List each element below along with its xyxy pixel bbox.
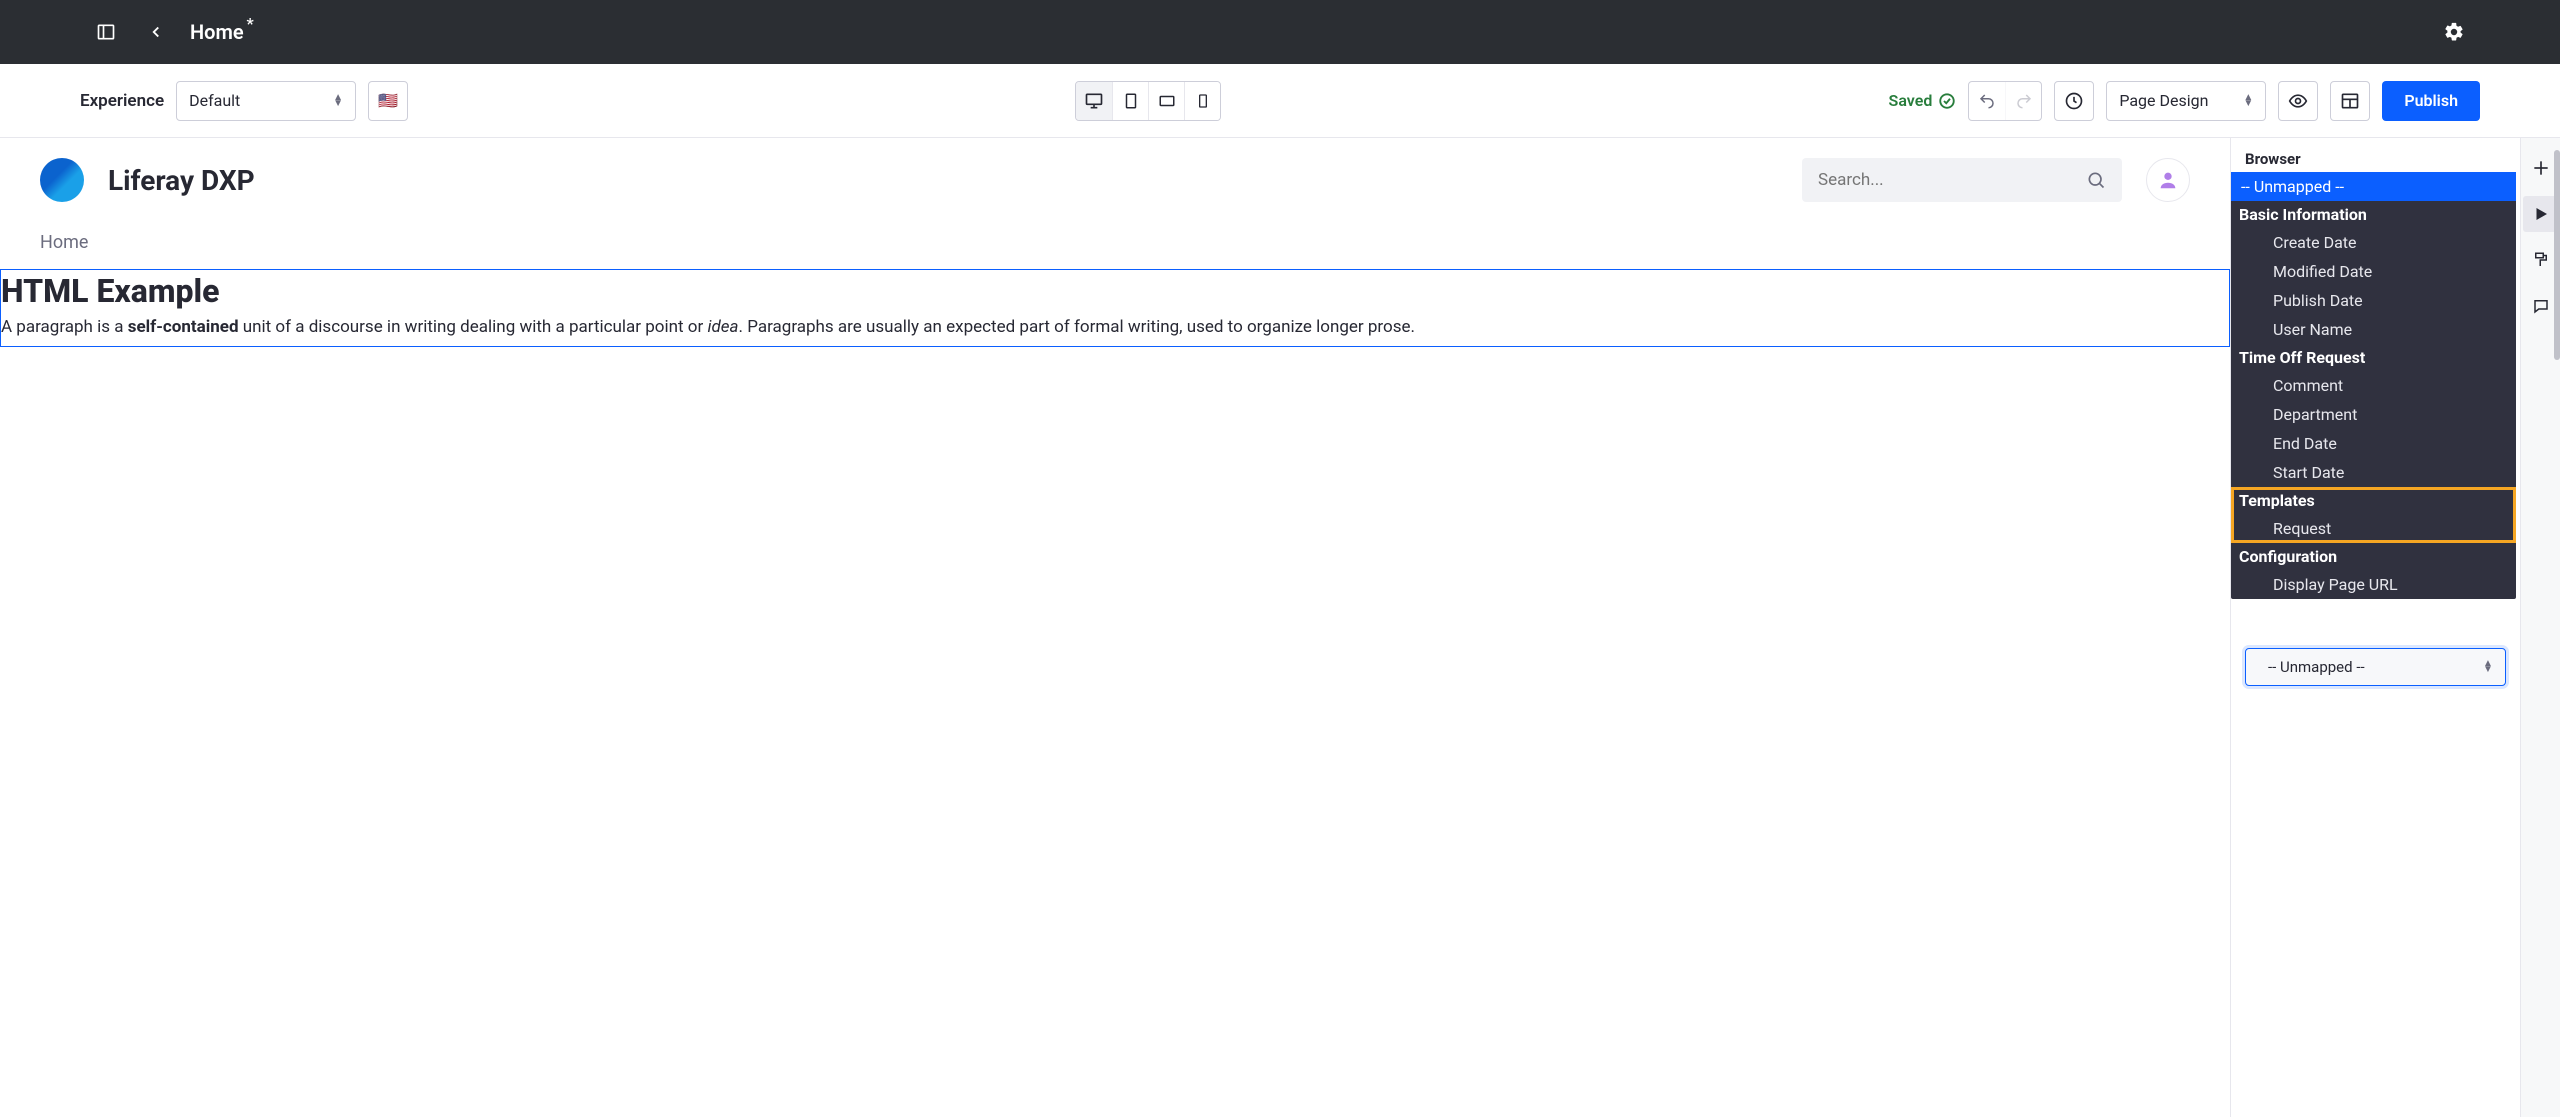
site-logo <box>40 158 84 202</box>
sidebar-rail <box>2520 138 2560 1117</box>
viewport-tablet-landscape[interactable] <box>1148 82 1184 120</box>
page-title: Home * <box>190 20 244 44</box>
page-title-text: Home <box>190 20 244 44</box>
layout-icon <box>2340 91 2360 111</box>
plus-icon <box>2531 158 2551 178</box>
experience-value: Default <box>189 91 325 110</box>
highlighted-templates-region: Templates Request <box>2231 487 2516 543</box>
dropdown-option[interactable]: Create Date <box>2231 228 2516 257</box>
sort-icon: ▲▼ <box>333 95 343 107</box>
publish-button[interactable]: Publish <box>2382 81 2480 121</box>
preview-button[interactable] <box>2278 81 2318 121</box>
viewport-tablet[interactable] <box>1112 82 1148 120</box>
workspace: Liferay DXP Home HTML Example A paragrap… <box>0 138 2560 1117</box>
redo-icon <box>2015 92 2033 110</box>
dropdown-group-templates: Templates <box>2231 487 2516 514</box>
dropdown-group-basic-info: Basic Information <box>2231 201 2516 228</box>
edit-mode-select[interactable]: Page Design ▲▼ <box>2106 81 2266 121</box>
field-mapping-value: -- Unmapped -- <box>2268 658 2365 676</box>
app-topbar: Home * <box>0 0 2560 64</box>
nav-home-link[interactable]: Home <box>40 232 88 253</box>
fragment-heading: HTML Example <box>1 272 2229 310</box>
modified-indicator: * <box>246 14 253 33</box>
clock-icon <box>2064 91 2084 111</box>
header-right <box>279 158 2190 202</box>
undo-icon <box>1978 92 1996 110</box>
dropdown-option[interactable]: End Date <box>2231 429 2516 458</box>
play-icon <box>2532 205 2550 223</box>
para-text: unit of a discourse in writing dealing w… <box>239 317 708 337</box>
tablet-portrait-icon <box>1122 92 1140 110</box>
page-canvas: Liferay DXP Home HTML Example A paragrap… <box>0 138 2230 1117</box>
saved-status: Saved <box>1889 91 1957 110</box>
field-mapping-select[interactable]: -- Unmapped -- ▲▼ <box>2245 648 2506 686</box>
back-button[interactable] <box>140 16 172 48</box>
search-icon <box>2086 170 2106 190</box>
dropdown-option[interactable]: Publish Date <box>2231 286 2516 315</box>
dropdown-option[interactable]: Display Page URL <box>2231 570 2516 599</box>
site-header: Liferay DXP <box>0 138 2230 212</box>
viewport-desktop[interactable] <box>1076 82 1112 120</box>
mobile-icon <box>1195 93 1211 109</box>
toolbar-center <box>420 81 1876 121</box>
dropdown-option[interactable]: Start Date <box>2231 458 2516 487</box>
undo-redo-group <box>1968 81 2042 121</box>
dropdown-option-request[interactable]: Request <box>2231 514 2516 543</box>
dropdown-option[interactable]: Comment <box>2231 371 2516 400</box>
settings-button[interactable] <box>2438 16 2470 48</box>
edit-mode-value: Page Design <box>2119 91 2235 110</box>
history-button[interactable] <box>2054 81 2094 121</box>
desktop-icon <box>1084 91 1104 111</box>
dropdown-option[interactable]: Modified Date <box>2231 257 2516 286</box>
dropdown-group-configuration: Configuration <box>2231 543 2516 570</box>
panel-icon <box>96 22 116 42</box>
viewport-mobile[interactable] <box>1184 82 1220 120</box>
experience-select[interactable]: Default ▲▼ <box>176 81 356 121</box>
editor-toolbar: Experience Default ▲▼ 🇺🇸 Saved <box>0 64 2560 138</box>
dropdown-option[interactable]: Department <box>2231 400 2516 429</box>
user-icon <box>2157 169 2179 191</box>
experience-label: Experience <box>80 91 164 111</box>
panel-toggle-button[interactable] <box>90 16 122 48</box>
toolbar-right: Saved Page Design ▲▼ Publish <box>1889 81 2480 121</box>
site-title: Liferay DXP <box>108 164 255 197</box>
sort-icon: ▲▼ <box>2483 661 2493 673</box>
topbar-left: Home * <box>90 16 244 48</box>
viewport-switcher <box>1075 81 1221 121</box>
dropdown-group-time-off: Time Off Request <box>2231 344 2516 371</box>
dropdown-option-unmapped[interactable]: -- Unmapped -- <box>2231 172 2516 201</box>
scroll-indicator <box>2554 150 2560 360</box>
undo-button[interactable] <box>1969 82 2005 120</box>
tablet-landscape-icon <box>1158 92 1176 110</box>
redo-button[interactable] <box>2005 82 2041 120</box>
sort-icon: ▲▼ <box>2243 95 2253 107</box>
selected-fragment[interactable]: HTML Example A paragraph is a self-conta… <box>0 269 2230 347</box>
chevron-left-icon <box>147 23 165 41</box>
eye-icon <box>2288 91 2308 111</box>
site-nav: Home <box>0 212 2230 269</box>
comment-icon <box>2532 297 2550 315</box>
paint-icon <box>2532 251 2550 269</box>
search-input[interactable] <box>1818 170 2078 190</box>
right-panel: Browser -- Unmapped -- Basic Information… <box>2230 138 2520 1117</box>
para-italic: idea <box>707 317 738 337</box>
check-circle-icon <box>1938 92 1956 110</box>
flag-icon: 🇺🇸 <box>378 91 398 110</box>
search-box[interactable] <box>1802 158 2122 202</box>
fragment-paragraph: A paragraph is a self-contained unit of … <box>1 316 2229 340</box>
gear-icon <box>2443 21 2465 43</box>
dropdown-option[interactable]: User Name <box>2231 315 2516 344</box>
layout-button[interactable] <box>2330 81 2370 121</box>
para-text: A paragraph is a <box>1 317 128 337</box>
saved-label: Saved <box>1889 91 1933 110</box>
para-text: . Paragraphs are usually an expected par… <box>739 317 1415 337</box>
user-avatar[interactable] <box>2146 158 2190 202</box>
field-mapping-dropdown: -- Unmapped -- Basic Information Create … <box>2231 172 2516 599</box>
locale-button[interactable]: 🇺🇸 <box>368 81 408 121</box>
para-bold: self-contained <box>128 317 239 337</box>
